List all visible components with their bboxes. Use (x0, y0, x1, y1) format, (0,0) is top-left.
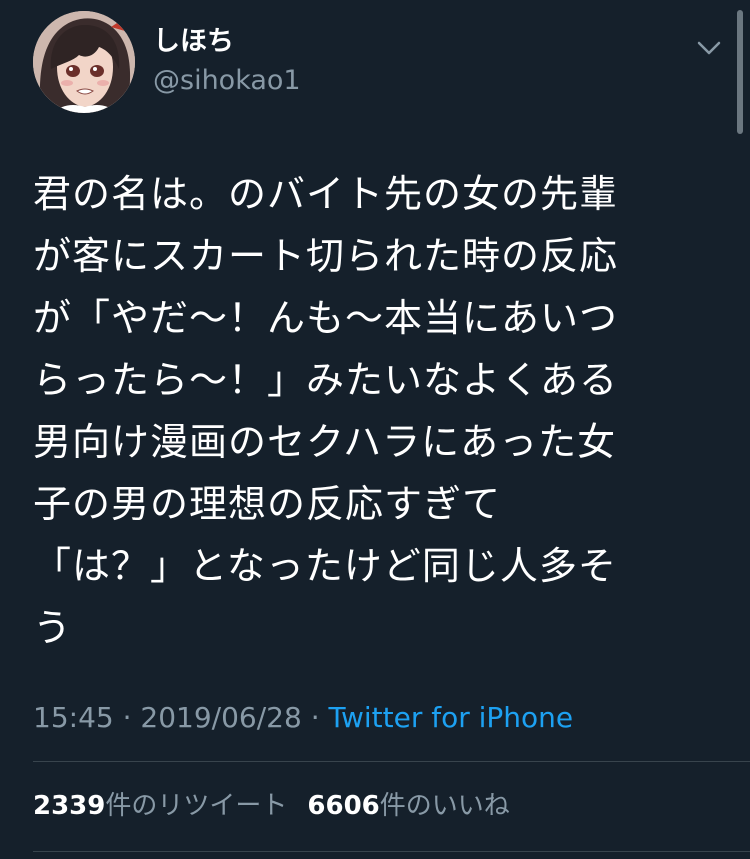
tweet-text-line: う (33, 606, 73, 650)
tweet-text-line: が客にスカート切られた時の反応 (33, 234, 619, 278)
likes-label: 件のいいね (379, 791, 510, 821)
tweet-detail: しほち @sihokao1 君の名は。のバイト先の女の先輩 が客にスカート切られ… (0, 0, 750, 859)
avatar-image (33, 11, 135, 113)
user-handle[interactable]: @sihokao1 (153, 63, 301, 99)
tweet-time: 15:45 (33, 701, 114, 734)
avatar[interactable] (33, 11, 135, 113)
retweets-label: 件のリツイート (105, 791, 288, 821)
scrollbar[interactable] (737, 10, 743, 134)
tweet-text-line: 子の男の理想の反応すぎて (33, 482, 502, 526)
tweet-text-line: が「やだ〜！んも〜本当にあいつ (33, 296, 619, 340)
divider (33, 851, 750, 852)
tweet-stats: 2339件のリツイート 6606件のいいね (33, 788, 510, 824)
tweet-metadata: 15:45 · 2019/06/28 · Twitter for iPhone (33, 700, 573, 736)
retweets-count: 2339 (33, 791, 106, 821)
tweet-text-line: 男向け漫画のセクハラにあった女 (33, 420, 617, 464)
chevron-down-icon[interactable] (693, 34, 725, 62)
tweet-date: 2019/06/28 (140, 701, 302, 734)
retweets-stat[interactable]: 2339件のリツイート (33, 788, 287, 824)
tweet-text: 君の名は。のバイト先の女の先輩 が客にスカート切られた時の反応 が「やだ〜！んも… (33, 163, 723, 659)
meta-separator: · (301, 701, 329, 734)
tweet-text-line: らったら〜！」みたいなよくある (33, 358, 619, 402)
divider (33, 761, 750, 762)
tweet-text-line: 「は？」となったけど同じ人多そ (33, 544, 617, 588)
meta-separator: · (113, 701, 141, 734)
likes-count: 6606 (307, 791, 380, 821)
tweet-source-link[interactable]: Twitter for iPhone (329, 701, 574, 734)
tweet-text-line: 君の名は。のバイト先の女の先輩 (33, 172, 619, 216)
likes-stat[interactable]: 6606件のいいね (307, 788, 509, 824)
display-name[interactable]: しほち (153, 24, 234, 60)
